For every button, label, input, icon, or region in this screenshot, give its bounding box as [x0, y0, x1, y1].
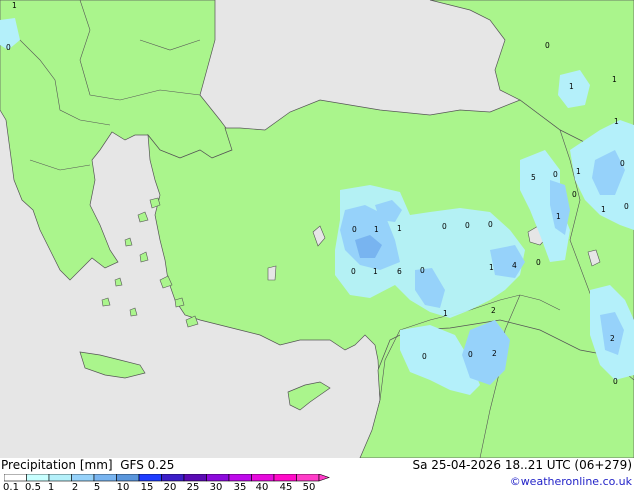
forecast-map: 1 0 0 1 1 1 0 5 0 1 0 1 1 0 0 1 1 0 0 0 … [0, 0, 634, 458]
precip-value: 2 [491, 306, 496, 315]
precip-value: 0 [465, 221, 470, 230]
legend-footer: Precipitation [mm] GFS 0.25 Sa 25-04-202… [0, 458, 634, 493]
scale-tick-label: 30 [209, 482, 223, 493]
scale-tick-label: 0.5 [25, 482, 41, 493]
scale-tick-label: 0.1 [3, 482, 19, 493]
precip-value: 1 [373, 267, 378, 276]
color-scale [4, 474, 330, 482]
precip-value: 0 [553, 170, 558, 179]
precip-value: 1 [443, 309, 448, 318]
precip-value: 0 [351, 267, 356, 276]
precip-value: 1 [601, 205, 606, 214]
scale-swatch [161, 474, 185, 482]
scale-tick-label: 40 [255, 482, 269, 493]
precip-value: 5 [531, 173, 536, 182]
scale-swatch [138, 474, 162, 482]
precip-value: 0 [442, 222, 447, 231]
scale-swatch [26, 474, 50, 482]
scale-swatch [93, 474, 117, 482]
precip-value: 0 [488, 220, 493, 229]
precip-value: 1 [612, 75, 617, 84]
precip-value: 0 [620, 159, 625, 168]
forecast-datetime: Sa 25-04-2026 18..21 UTC (06+279) [412, 458, 632, 472]
precip-value: 1 [397, 224, 402, 233]
precip-value: 2 [492, 349, 497, 358]
scale-swatch [251, 474, 275, 482]
scale-tick-label: 5 [93, 482, 101, 493]
precip-value: 1 [576, 167, 581, 176]
scale-tick-label: 2 [71, 482, 79, 493]
scale-swatch [296, 474, 320, 482]
scale-swatch [116, 474, 140, 482]
precip-value: 0 [536, 258, 541, 267]
precip-value: 1 [556, 212, 561, 221]
scale-arrow [318, 474, 330, 482]
precip-value: 0 [572, 190, 577, 199]
precip-value: 0 [613, 377, 618, 386]
precip-value: 4 [512, 261, 517, 270]
scale-swatch [228, 474, 252, 482]
credit-link[interactable]: ©weatheronline.co.uk [510, 475, 632, 488]
map-title: Precipitation [mm] GFS 0.25 [1, 458, 174, 472]
scale-swatch [273, 474, 297, 482]
precip-value: 2 [610, 334, 615, 343]
precip-value: 0 [352, 225, 357, 234]
scale-tick-label: 25 [186, 482, 200, 493]
scale-swatch [71, 474, 95, 482]
scale-tick-label: 15 [140, 482, 154, 493]
precip-value: 0 [6, 43, 11, 52]
precip-value: 0 [624, 202, 629, 211]
precip-value: 0 [545, 41, 550, 50]
scale-tick-label: 10 [116, 482, 130, 493]
precip-value: 1 [489, 263, 494, 272]
precip-value: 0 [422, 352, 427, 361]
precip-value: 6 [397, 267, 402, 276]
scale-swatch [4, 474, 27, 482]
scale-tick-label: 50 [302, 482, 316, 493]
scale-tick-label: 20 [163, 482, 177, 493]
map-canvas: 1 0 0 1 1 1 0 5 0 1 0 1 1 0 0 1 1 0 0 0 … [0, 0, 634, 458]
precip-value: 0 [468, 350, 473, 359]
model-name: GFS 0.25 [120, 458, 175, 472]
precip-value: 1 [569, 82, 574, 91]
scale-swatch [48, 474, 72, 482]
variable-title: Precipitation [mm] [1, 458, 113, 472]
precip-value: 0 [420, 266, 425, 275]
scale-tick-label: 35 [233, 482, 247, 493]
scale-tick-label: 1 [47, 482, 55, 493]
precip-value: 1 [12, 1, 17, 10]
precip-value: 1 [374, 225, 379, 234]
scale-swatch [183, 474, 207, 482]
precip-value: 1 [614, 117, 619, 126]
scale-tick-label: 45 [279, 482, 293, 493]
scale-swatch [206, 474, 230, 482]
